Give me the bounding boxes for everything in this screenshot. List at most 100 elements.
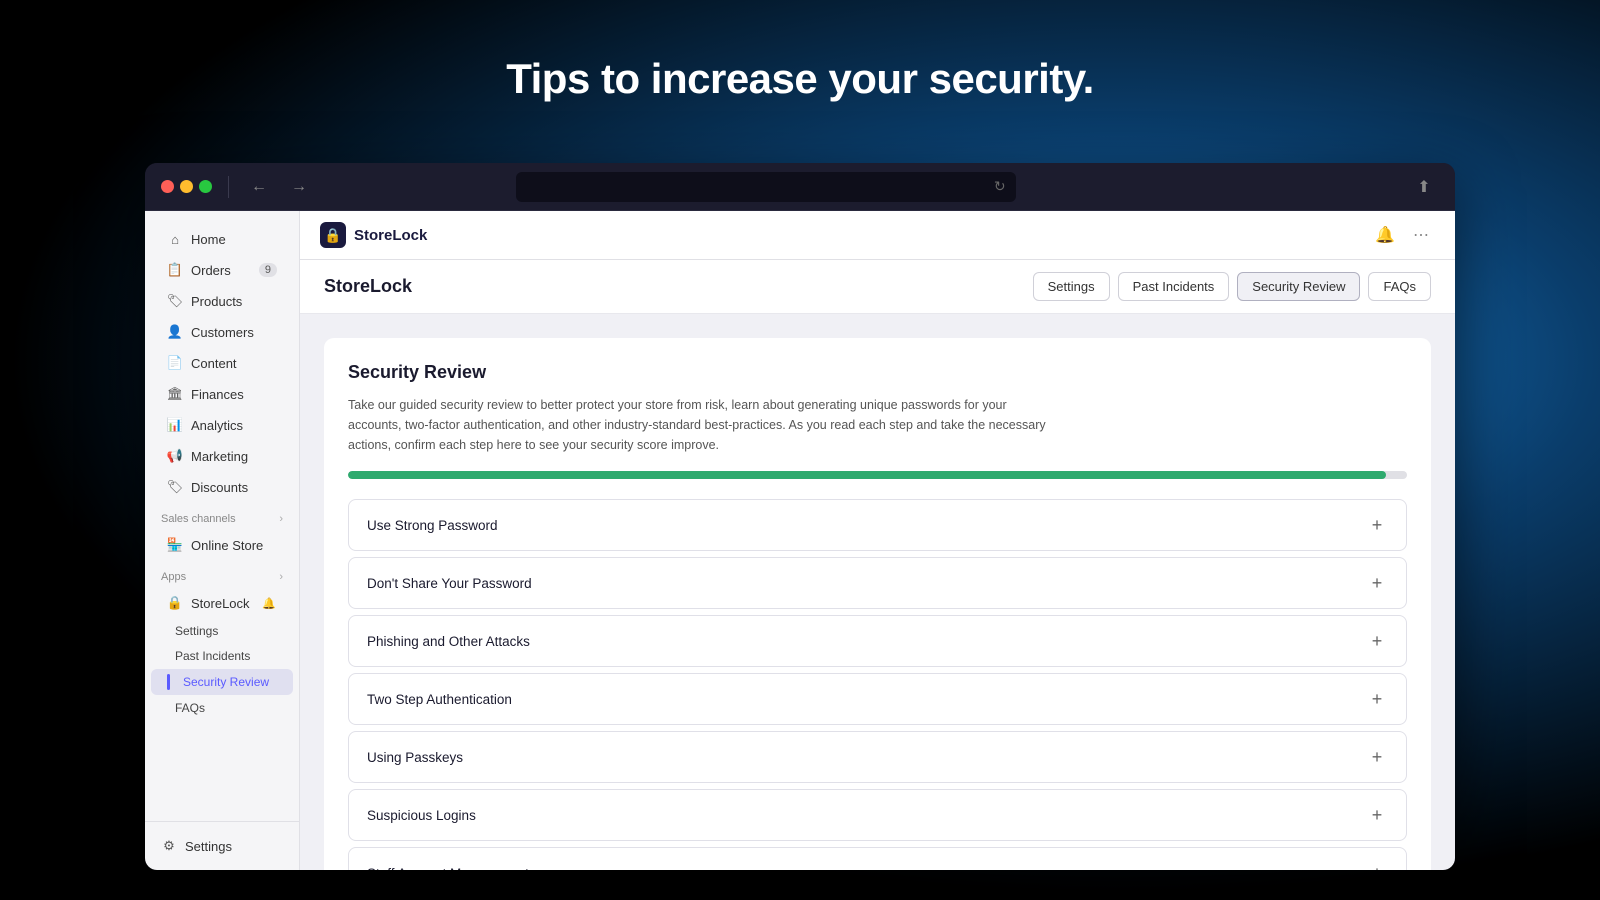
sidebar-sub-item-past-incidents[interactable]: Past Incidents — [151, 644, 293, 668]
accordion-item-passkeys: Using Passkeys + — [348, 731, 1407, 783]
sidebar-item-products[interactable]: 🏷 Products — [151, 286, 293, 316]
accordion-expand-icon[interactable]: + — [1366, 630, 1388, 652]
sidebar-item-discounts[interactable]: 🏷 Discounts — [151, 472, 293, 502]
sidebar-item-orders[interactable]: 📋 Orders 9 — [151, 255, 293, 285]
gear-icon: ⚙ — [161, 838, 177, 854]
reload-icon[interactable]: ↻ — [994, 178, 1006, 195]
app-logo: 🔒 StoreLock — [320, 222, 427, 248]
share-button[interactable]: ⬆ — [1409, 172, 1439, 202]
sidebar-item-label: Marketing — [191, 449, 248, 464]
notification-button[interactable]: 🔔 — [1371, 221, 1399, 249]
discounts-icon: 🏷 — [167, 479, 183, 495]
page-header: StoreLock Settings Past Incidents Securi… — [300, 260, 1455, 314]
browser-window: ← → ↻ ⬆ ⌂ Home 📋 Orders 9 🏷 — [145, 163, 1455, 870]
sales-channels-chevron[interactable]: › — [279, 513, 283, 525]
accordion-label: Suspicious Logins — [367, 808, 476, 823]
storelock-icon: 🔒 — [167, 595, 183, 611]
close-button[interactable] — [161, 180, 174, 193]
faqs-button[interactable]: FAQs — [1368, 272, 1431, 301]
accordion-item-two-step: Two Step Authentication + — [348, 673, 1407, 725]
accordion-header-staff-account[interactable]: Staff Account Management + — [349, 848, 1406, 870]
sidebar-sub-item-faqs[interactable]: FAQs — [151, 696, 293, 720]
settings-button[interactable]: Settings — [1033, 272, 1110, 301]
maximize-button[interactable] — [199, 180, 212, 193]
finances-icon: 🏛 — [167, 386, 183, 402]
bell-icon: 🔔 — [261, 595, 277, 611]
sales-channels-section: Sales channels › — [145, 503, 299, 529]
apps-label: Apps — [161, 571, 186, 583]
sidebar-item-marketing[interactable]: 📢 Marketing — [151, 441, 293, 471]
accordion-header-dont-share-password[interactable]: Don't Share Your Password + — [349, 558, 1406, 608]
settings-item-label: Settings — [185, 839, 232, 854]
orders-icon: 📋 — [167, 262, 183, 278]
security-review-button[interactable]: Security Review — [1237, 272, 1360, 301]
accordion-header-use-strong-password[interactable]: Use Strong Password + — [349, 500, 1406, 550]
accordion-header-two-step[interactable]: Two Step Authentication + — [349, 674, 1406, 724]
accordion-label: Using Passkeys — [367, 750, 463, 765]
online-store-icon: 🏪 — [167, 537, 183, 553]
browser-chrome: ← → ↻ ⬆ — [145, 163, 1455, 211]
sidebar: ⌂ Home 📋 Orders 9 🏷 Products 👤 Customers — [145, 211, 300, 870]
sidebar-sub-item-settings[interactable]: Settings — [151, 619, 293, 643]
accordion-item-dont-share-password: Don't Share Your Password + — [348, 557, 1407, 609]
accordion-expand-icon[interactable]: + — [1366, 688, 1388, 710]
app-logo-name: StoreLock — [354, 227, 427, 244]
app-header: 🔒 StoreLock 🔔 ⋯ — [300, 211, 1455, 260]
sidebar-sub-item-security-review[interactable]: Security Review — [151, 669, 293, 695]
accordion-item-staff-account: Staff Account Management + — [348, 847, 1407, 870]
accordion-label: Phishing and Other Attacks — [367, 634, 530, 649]
page-headline: Tips to increase your security. — [0, 55, 1600, 103]
accordion-label: Staff Account Management — [367, 866, 529, 871]
security-review-description: Take our guided security review to bette… — [348, 395, 1048, 455]
sidebar-item-label: Discounts — [191, 480, 248, 495]
accordion-item-phishing: Phishing and Other Attacks + — [348, 615, 1407, 667]
security-review-label: Security Review — [183, 675, 269, 689]
sidebar-nav: ⌂ Home 📋 Orders 9 🏷 Products 👤 Customers — [145, 211, 299, 821]
home-icon: ⌂ — [167, 231, 183, 247]
sidebar-item-online-store[interactable]: 🏪 Online Store — [151, 530, 293, 560]
accordion-header-suspicious-logins[interactable]: Suspicious Logins + — [349, 790, 1406, 840]
accordion-list: Use Strong Password + Don't Share Your P… — [348, 499, 1407, 870]
past-incidents-button[interactable]: Past Incidents — [1118, 272, 1230, 301]
forward-button[interactable]: → — [285, 173, 313, 201]
page-header-actions: Settings Past Incidents Security Review … — [1033, 272, 1431, 301]
progress-bar-fill — [348, 471, 1386, 479]
past-incidents-label: Past Incidents — [175, 649, 250, 663]
sidebar-item-home[interactable]: ⌂ Home — [151, 224, 293, 254]
sidebar-item-content[interactable]: 📄 Content — [151, 348, 293, 378]
sidebar-settings[interactable]: ⚙ Settings — [145, 821, 299, 870]
sidebar-item-customers[interactable]: 👤 Customers — [151, 317, 293, 347]
accordion-header-phishing[interactable]: Phishing and Other Attacks + — [349, 616, 1406, 666]
accordion-expand-icon[interactable]: + — [1366, 572, 1388, 594]
sidebar-item-label: Products — [191, 294, 242, 309]
accordion-expand-icon[interactable]: + — [1366, 862, 1388, 870]
logo-icon: 🔒 — [320, 222, 346, 248]
content-area: Security Review Take our guided security… — [300, 314, 1455, 870]
address-bar[interactable]: ↻ — [516, 172, 1016, 202]
sidebar-item-analytics[interactable]: 📊 Analytics — [151, 410, 293, 440]
sidebar-item-label: Finances — [191, 387, 244, 402]
apps-chevron[interactable]: › — [279, 571, 283, 583]
accordion-expand-icon[interactable]: + — [1366, 804, 1388, 826]
sidebar-item-storelock[interactable]: 🔒 StoreLock 🔔 — [151, 588, 293, 618]
accordion-expand-icon[interactable]: + — [1366, 514, 1388, 536]
minimize-button[interactable] — [180, 180, 193, 193]
more-options-button[interactable]: ⋯ — [1407, 221, 1435, 249]
analytics-icon: 📊 — [167, 417, 183, 433]
divider — [228, 176, 229, 198]
progress-bar-container — [348, 471, 1407, 479]
accordion-label: Two Step Authentication — [367, 692, 512, 707]
main-area: 🔒 StoreLock 🔔 ⋯ StoreLock Settings Past … — [300, 211, 1455, 870]
accordion-label: Don't Share Your Password — [367, 576, 532, 591]
security-review-card: Security Review Take our guided security… — [324, 338, 1431, 870]
sidebar-item-finances[interactable]: 🏛 Finances — [151, 379, 293, 409]
products-icon: 🏷 — [167, 293, 183, 309]
page-title: StoreLock — [324, 276, 412, 297]
content-icon: 📄 — [167, 355, 183, 371]
sales-channels-label: Sales channels — [161, 513, 236, 525]
settings-item[interactable]: ⚙ Settings — [161, 832, 283, 860]
sidebar-item-label: StoreLock — [191, 596, 250, 611]
accordion-expand-icon[interactable]: + — [1366, 746, 1388, 768]
accordion-header-passkeys[interactable]: Using Passkeys + — [349, 732, 1406, 782]
back-button[interactable]: ← — [245, 173, 273, 201]
